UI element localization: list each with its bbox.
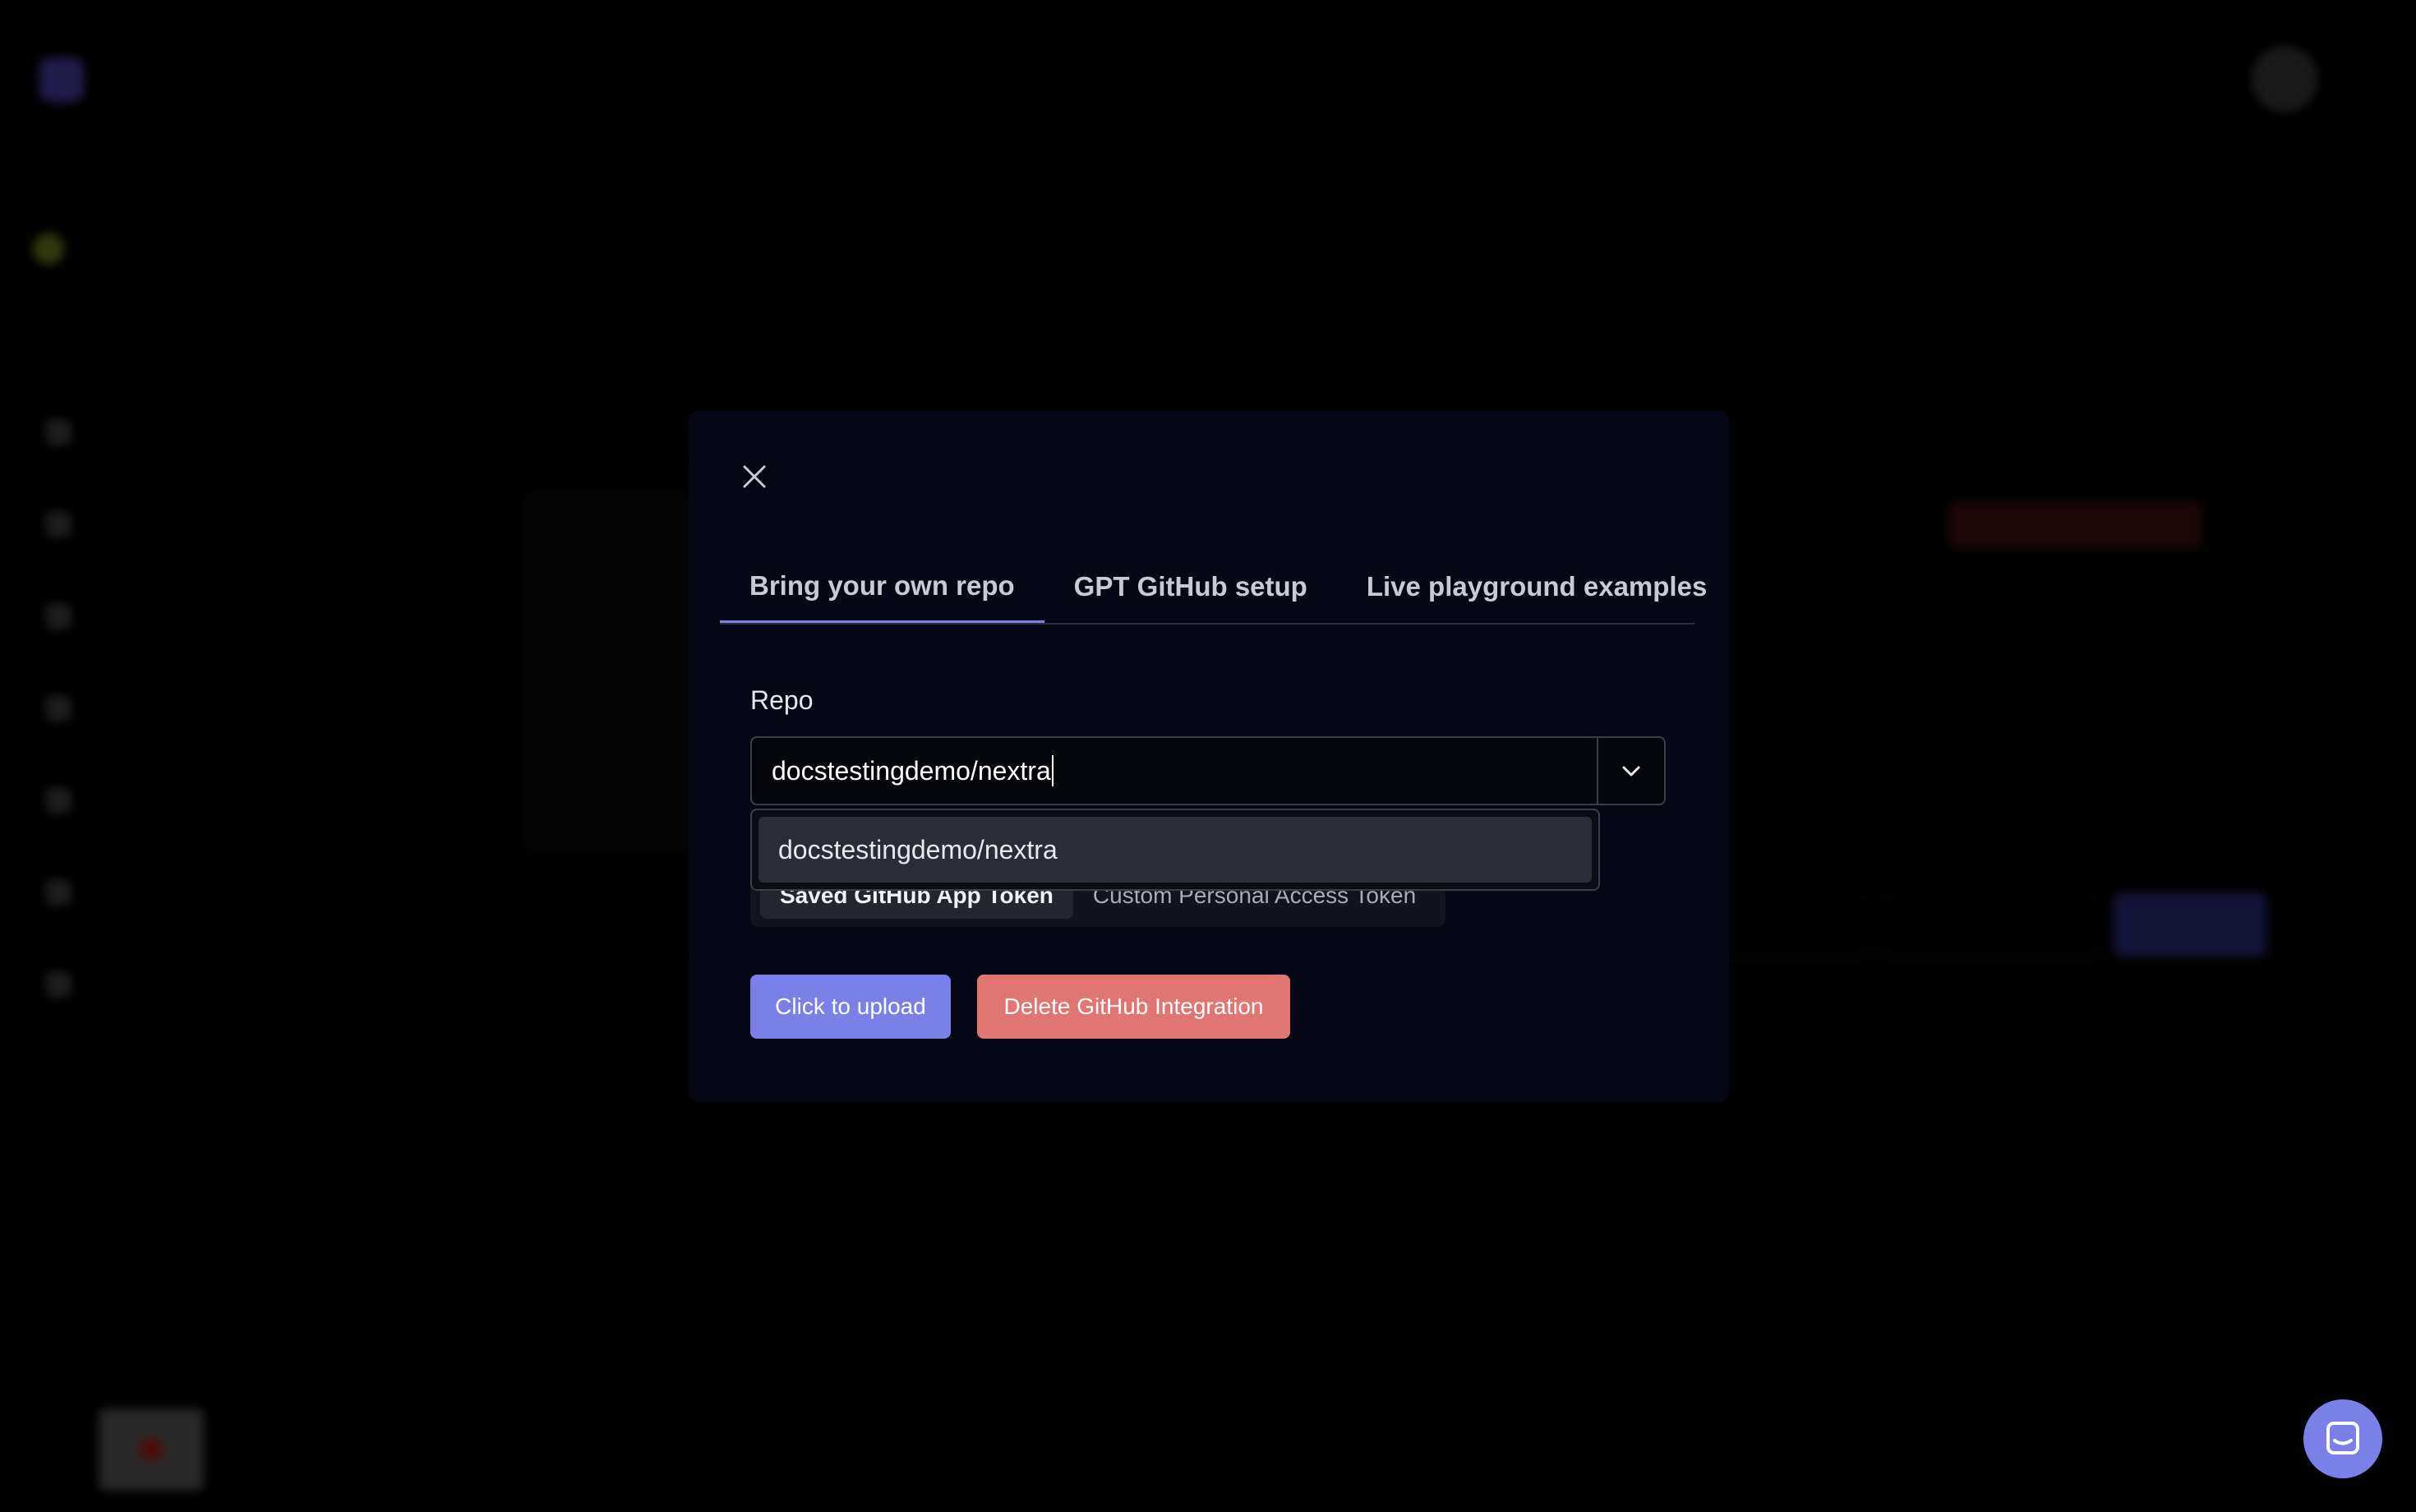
chat-launcher-button[interactable]: [2303, 1399, 2382, 1478]
tab-live-playground-examples[interactable]: Live playground examples: [1337, 551, 1736, 623]
repo-dropdown-toggle[interactable]: [1597, 738, 1664, 804]
sidebar-divider: [399, 164, 401, 1512]
org-avatar: [33, 233, 64, 265]
close-button[interactable]: [738, 460, 771, 493]
github-integration-modal: Bring your own repo GPT GitHub setup Liv…: [689, 411, 1729, 1103]
theme-icon: [46, 788, 71, 813]
sidebar-item: [46, 478, 71, 570]
repo-input[interactable]: docstestingdemo/nextra: [752, 738, 1597, 804]
sidebar-item: [46, 846, 71, 938]
docs-icon: [46, 512, 71, 537]
close-icon: [743, 465, 766, 488]
repo-label: Repo: [750, 685, 814, 715]
sidebar-nav: [46, 386, 71, 1030]
integrations-icon: [46, 604, 71, 629]
repo-dropdown-list: docstestingdemo/nextra: [750, 809, 1600, 891]
tab-bring-your-own-repo[interactable]: Bring your own repo: [720, 551, 1044, 623]
sidebar-item: [46, 662, 71, 754]
sidebar-item: [46, 938, 71, 1030]
record-button: [99, 1408, 204, 1491]
org-switcher: [33, 233, 64, 265]
click-to-upload-button[interactable]: Click to upload: [750, 975, 951, 1039]
app-root: Bring your own repo GPT GitHub setup Liv…: [0, 0, 2416, 1512]
bg-button: [2114, 892, 2266, 957]
settings-icon: [46, 972, 71, 997]
members-icon: [46, 880, 71, 905]
avatar: [2252, 46, 2317, 112]
home-icon: [46, 420, 71, 445]
tab-list: Bring your own repo GPT GitHub setup Liv…: [720, 551, 1707, 625]
text-cursor: [1051, 755, 1054, 786]
repo-input-value: docstestingdemo/nextra: [772, 755, 1051, 786]
bg-button: [1882, 892, 2099, 960]
tab-gpt-github-setup[interactable]: GPT GitHub setup: [1044, 551, 1337, 623]
sidebar-item: [46, 570, 71, 662]
sidebar-item: [46, 754, 71, 846]
delete-github-integration-button[interactable]: Delete GitHub Integration: [977, 975, 1290, 1039]
site-thumbnail: [526, 493, 710, 850]
chat-icon: [2326, 1422, 2359, 1454]
repo-combobox: docstestingdemo/nextra: [750, 736, 1666, 805]
logo-icon: [39, 58, 84, 102]
sidebar-item: [46, 386, 71, 478]
chevron-down-icon: [1622, 766, 1640, 777]
api-icon: [46, 696, 71, 721]
status-badge: [1948, 501, 2202, 549]
dropdown-option[interactable]: docstestingdemo/nextra: [758, 817, 1592, 883]
